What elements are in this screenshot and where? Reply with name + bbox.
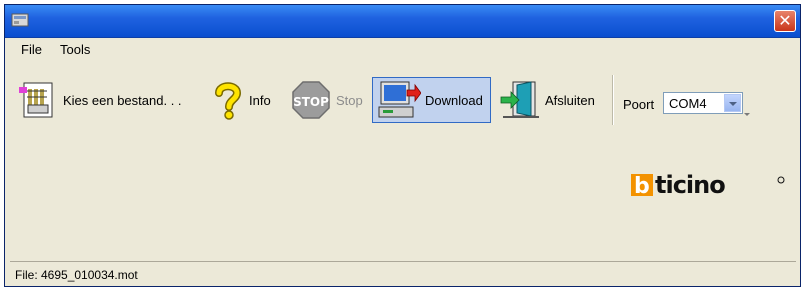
question-mark-icon: [215, 82, 242, 120]
port-select[interactable]: COM4: [663, 92, 743, 114]
stop-label: Stop: [336, 92, 363, 108]
toolbar-separator: [612, 75, 614, 125]
svg-text:b: b: [634, 174, 650, 198]
exit-button[interactable]: Afsluiten: [499, 77, 595, 123]
toolbar: Kies een bestand. . . Info STOP Stop Dow…: [5, 65, 800, 137]
stop-sign-icon: STOP: [292, 81, 330, 119]
bticino-logo: b ticino: [631, 172, 785, 198]
svg-text:ticino: ticino: [655, 172, 725, 198]
exit-door-icon: [500, 81, 539, 118]
toolbar-overflow-icon[interactable]: [744, 113, 750, 116]
menu-tools[interactable]: Tools: [60, 42, 90, 57]
download-label: Download: [425, 92, 483, 108]
info-label: Info: [249, 92, 271, 108]
port-value: COM4: [669, 96, 707, 111]
stop-button[interactable]: STOP Stop: [290, 77, 363, 123]
computer-download-icon: [378, 81, 421, 118]
choose-file-button[interactable]: Kies een bestand. . .: [17, 77, 182, 123]
close-icon: ✕: [778, 11, 792, 30]
main-content: b ticino: [10, 140, 796, 260]
status-bar: File: 4695_010034.mot: [10, 261, 796, 284]
file-document-icon: [19, 82, 53, 118]
port-label: Poort: [623, 97, 655, 112]
exit-label: Afsluiten: [545, 92, 595, 108]
menu-file[interactable]: File: [21, 42, 42, 57]
chevron-down-icon[interactable]: [724, 94, 741, 112]
title-bar[interactable]: ✕: [5, 5, 800, 38]
choose-file-label: Kies een bestand. . .: [63, 92, 182, 108]
close-button[interactable]: ✕: [774, 10, 796, 32]
info-button[interactable]: Info: [211, 77, 271, 123]
svg-text:STOP: STOP: [293, 95, 329, 109]
menu-bar: File Tools: [5, 38, 800, 60]
download-button[interactable]: Download: [372, 77, 491, 123]
status-text: File: 4695_010034.mot: [15, 268, 138, 282]
app-icon: [11, 13, 29, 27]
app-window: ✕ File Tools Kies een bestand. . . Info …: [4, 4, 801, 287]
